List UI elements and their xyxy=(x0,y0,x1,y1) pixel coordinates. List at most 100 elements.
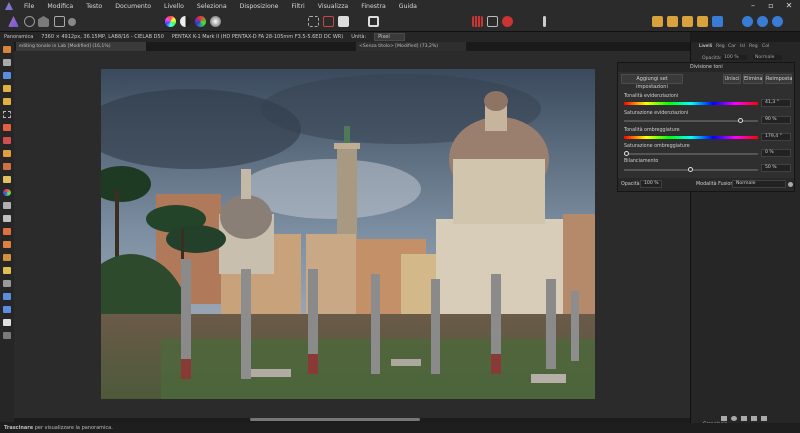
paint-brush-icon[interactable] xyxy=(3,137,11,144)
zoom-tool-icon[interactable] xyxy=(3,72,11,79)
export-persona-icon[interactable] xyxy=(68,18,76,26)
menu-filtri[interactable]: Filtri xyxy=(292,3,305,10)
status-hint-action: Trascinare xyxy=(4,425,34,431)
dialog-opacity-input[interactable]: 100 % xyxy=(640,180,662,188)
maximize-icon[interactable]: ▫ xyxy=(762,0,780,12)
highlight-hue-slider[interactable] xyxy=(624,102,758,105)
gradient-tool-icon[interactable] xyxy=(3,189,11,196)
text-tool-icon[interactable] xyxy=(3,319,11,326)
minimize-icon[interactable]: – xyxy=(744,0,762,12)
arrange-backward-icon[interactable] xyxy=(667,16,678,27)
highlight-hue-value[interactable]: 41,3 ° xyxy=(761,99,791,107)
tab-document-1[interactable]: editing tonale in Lab [Modified] (16,1%) xyxy=(16,42,146,51)
menu-testo[interactable]: Testo xyxy=(86,3,102,10)
pen-tool-icon[interactable] xyxy=(3,280,11,287)
highlight-saturation-value[interactable]: 90 % xyxy=(761,116,791,124)
menu-finestra[interactable]: Finestra xyxy=(361,3,386,10)
snap-icon[interactable] xyxy=(487,16,498,27)
smudge-tool-icon[interactable] xyxy=(3,215,11,222)
tab-reg[interactable]: Reg xyxy=(716,44,725,49)
fill-tool-icon[interactable] xyxy=(3,176,11,183)
levels-icon[interactable] xyxy=(180,16,191,27)
highlight-saturation-label: Saturazione evidenziazioni xyxy=(624,111,689,116)
close-icon[interactable]: ✕ xyxy=(780,0,798,12)
group-icon[interactable] xyxy=(751,416,757,421)
menu-modifica[interactable]: Modifica xyxy=(47,3,73,10)
shadow-saturation-slider[interactable] xyxy=(624,153,758,155)
red-eye-tool-icon[interactable] xyxy=(3,267,11,274)
invert-selection-icon[interactable] xyxy=(338,16,349,27)
balance-value[interactable]: 50 % xyxy=(761,164,791,172)
menu-seleziona[interactable]: Seleziona xyxy=(197,3,227,10)
tab-isl[interactable]: Isl xyxy=(740,44,745,49)
healing-tool-icon[interactable] xyxy=(3,241,11,248)
selection-tool-icon[interactable] xyxy=(3,111,11,118)
document-image[interactable] xyxy=(101,69,595,399)
layer-blend-select[interactable]: Normale xyxy=(753,55,783,60)
color-picker-icon[interactable] xyxy=(3,332,11,339)
add-icon[interactable] xyxy=(742,16,753,27)
arrange-back-icon[interactable] xyxy=(652,16,663,27)
pixel-tool-icon[interactable] xyxy=(3,150,11,157)
arrange-forward-icon[interactable] xyxy=(682,16,693,27)
crop-tool-icon[interactable] xyxy=(3,85,11,92)
assistant-icon[interactable] xyxy=(543,16,546,27)
delete-button[interactable]: Elimina xyxy=(743,74,763,84)
menu-visualizza[interactable]: Visualizza xyxy=(318,3,348,10)
erase-tool-icon[interactable] xyxy=(3,163,11,170)
align-icon[interactable] xyxy=(712,16,723,27)
patch-tool-icon[interactable] xyxy=(3,254,11,261)
view-tool-icon[interactable] xyxy=(3,46,11,53)
shadow-saturation-knob[interactable] xyxy=(624,151,629,156)
menu-guida[interactable]: Guida xyxy=(399,3,417,10)
menu-disposizione[interactable]: Disposizione xyxy=(240,3,279,10)
white-balance-icon[interactable] xyxy=(210,16,221,27)
shadow-hue-slider[interactable] xyxy=(624,136,758,139)
node-tool-icon[interactable] xyxy=(3,293,11,300)
dodge-tool-icon[interactable] xyxy=(3,202,11,209)
marquee-icon[interactable] xyxy=(308,16,319,27)
photo-persona-icon[interactable] xyxy=(8,16,19,27)
horizontal-scrollbar[interactable] xyxy=(250,418,420,421)
brush-tool-icon[interactable] xyxy=(3,98,11,105)
reset-button[interactable]: Reimposta xyxy=(765,74,792,84)
menu-file[interactable]: File xyxy=(24,3,34,10)
units-select[interactable]: Pixel xyxy=(374,33,405,41)
move-tool-icon[interactable] xyxy=(3,59,11,66)
subtract-icon[interactable] xyxy=(757,16,768,27)
add-preset-button[interactable]: Aggiungi set impostazioni xyxy=(621,74,683,90)
color-wheel-icon[interactable] xyxy=(165,16,176,27)
merge-button[interactable]: Unisci xyxy=(723,74,741,84)
shape-tool-icon[interactable] xyxy=(3,306,11,313)
shadow-saturation-value[interactable]: 0 % xyxy=(761,149,791,157)
magnet-icon[interactable] xyxy=(502,16,513,27)
flood-select-icon[interactable] xyxy=(3,124,11,131)
deselect-icon[interactable] xyxy=(323,16,334,27)
adjustment-icon[interactable] xyxy=(731,416,737,421)
tab-reg-2[interactable]: Reg xyxy=(749,44,758,49)
tab-document-2[interactable]: <Senza titolo> [Modified] (73,2%) xyxy=(356,42,466,51)
clone-tool-icon[interactable] xyxy=(3,228,11,235)
add-layer-icon[interactable] xyxy=(721,416,727,421)
tone-mapping-persona-icon[interactable] xyxy=(54,16,65,27)
tab-car[interactable]: Car xyxy=(728,44,736,49)
balance-knob[interactable] xyxy=(688,167,693,172)
tab-col[interactable]: Col xyxy=(762,44,769,49)
intersect-icon[interactable] xyxy=(772,16,783,27)
tab-livelli[interactable]: Livelli xyxy=(699,44,712,49)
layer-opacity-input[interactable]: 100 % xyxy=(722,55,747,60)
menu-livello[interactable]: Livello xyxy=(164,3,184,10)
liquify-persona-icon[interactable] xyxy=(24,16,35,27)
arrange-front-icon[interactable] xyxy=(697,16,708,27)
quick-mask-icon[interactable] xyxy=(368,16,379,27)
gear-icon[interactable] xyxy=(788,182,793,187)
grid-icon[interactable] xyxy=(472,16,483,27)
blend-mode-select[interactable]: Normale xyxy=(732,180,786,188)
develop-persona-icon[interactable] xyxy=(38,16,49,27)
highlight-saturation-knob[interactable] xyxy=(738,118,743,123)
hsl-icon[interactable] xyxy=(195,16,206,27)
shadow-hue-value[interactable]: 179,4 ° xyxy=(761,133,791,141)
mask-icon[interactable] xyxy=(741,416,747,421)
delete-layer-icon[interactable] xyxy=(761,416,767,421)
menu-documento[interactable]: Documento xyxy=(115,3,151,10)
